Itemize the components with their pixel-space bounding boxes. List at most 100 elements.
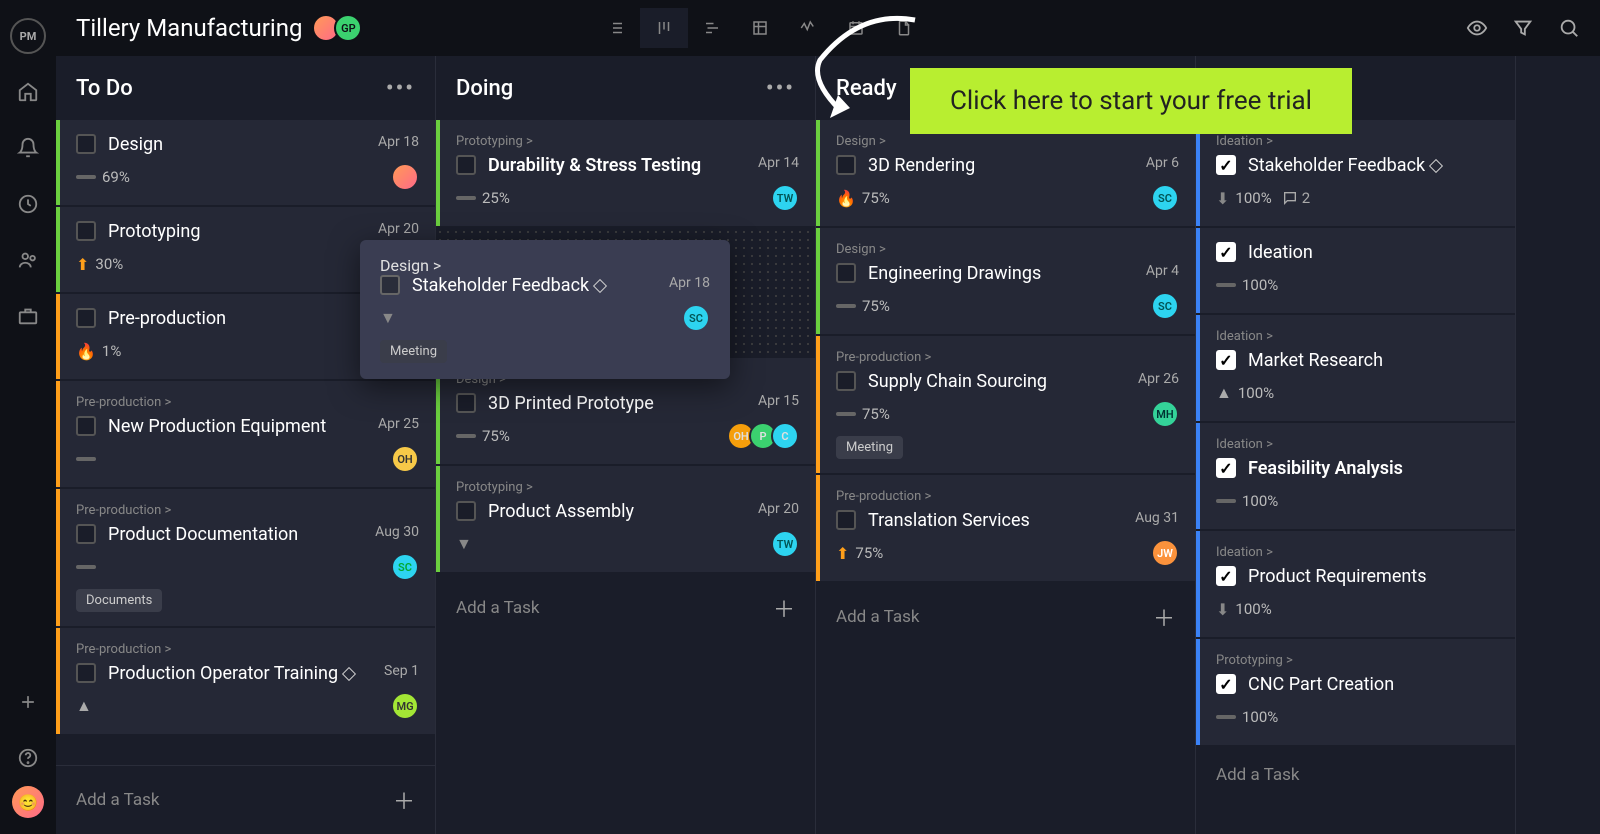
task-card[interactable]: Design > 3D Rendering Apr 6 🔥 75% SC	[816, 120, 1195, 226]
task-checkbox[interactable]	[380, 275, 400, 295]
app-logo[interactable]: PM	[10, 18, 46, 54]
add-task-button[interactable]: Add a Task	[1196, 747, 1515, 803]
assignee-avatar[interactable]: MH	[1151, 400, 1179, 428]
task-checkbox[interactable]	[456, 501, 476, 521]
add-task-button[interactable]: Add a Task＋	[436, 574, 815, 642]
priority-fire-icon: 🔥	[836, 189, 856, 208]
task-checkbox[interactable]	[836, 263, 856, 283]
task-card[interactable]: Ideation > ✓ Stakeholder Feedback ⬇ 100%…	[1196, 120, 1515, 226]
add-task-button[interactable]: Add a Task＋	[56, 766, 435, 834]
briefcase-icon[interactable]	[16, 304, 40, 328]
assignee-avatar[interactable]: MG	[391, 692, 419, 720]
eye-icon[interactable]	[1466, 17, 1488, 39]
add-icon[interactable]	[16, 690, 40, 714]
left-sidebar: PM 😊	[0, 0, 56, 834]
gantt-view-icon[interactable]	[688, 8, 736, 48]
task-checkbox[interactable]	[76, 663, 96, 683]
task-checkbox[interactable]	[456, 155, 476, 175]
task-card[interactable]: Prototyping > Durability & Stress Testin…	[436, 120, 815, 226]
priority-up-icon: ▲	[1216, 383, 1232, 403]
column-ready: Ready Design > 3D Rendering Apr 6 🔥 75% …	[816, 56, 1196, 834]
task-card[interactable]: Ideation > ✓ Product Requirements ⬇ 100%	[1196, 531, 1515, 637]
priority-down-icon: ⬇	[1216, 600, 1229, 619]
task-checkbox[interactable]	[76, 416, 96, 436]
task-checkbox[interactable]	[456, 393, 476, 413]
task-card[interactable]: Pre-production > Supply Chain Sourcing A…	[816, 336, 1195, 473]
task-card[interactable]: ✓ Ideation 100%	[1196, 228, 1515, 313]
task-tag: Documents	[76, 589, 162, 612]
assignee-avatar[interactable]: SC	[682, 304, 710, 332]
assignee-avatar[interactable]: C	[771, 422, 799, 450]
column-title: Doing	[456, 76, 513, 101]
cta-banner[interactable]: Click here to start your free trial	[910, 68, 1352, 134]
task-checkbox[interactable]	[836, 371, 856, 391]
priority-bar-icon	[836, 304, 856, 308]
task-checkbox[interactable]	[836, 155, 856, 175]
comments-icon[interactable]: 2	[1282, 189, 1310, 207]
assignee-avatar[interactable]: OH	[391, 445, 419, 473]
column-done: Ideation > ✓ Stakeholder Feedback ⬇ 100%…	[1196, 56, 1516, 834]
view-switcher	[592, 8, 928, 48]
priority-bar-icon	[456, 434, 476, 438]
priority-down-icon: ⬇	[1216, 189, 1229, 208]
assignee-avatar[interactable]	[391, 163, 419, 191]
dragging-card[interactable]: Design > Stakeholder Feedback Apr 18 ▼ S…	[360, 240, 730, 379]
assignee-avatar[interactable]: SC	[1151, 292, 1179, 320]
task-checkbox[interactable]: ✓	[1216, 566, 1236, 586]
task-card[interactable]: Pre-production > Translation Services Au…	[816, 475, 1195, 581]
priority-bar-icon	[1216, 499, 1236, 503]
filter-icon[interactable]	[1512, 17, 1534, 39]
assignee-avatar[interactable]: TW	[771, 530, 799, 558]
team-avatars[interactable]: GP	[318, 14, 362, 42]
task-card[interactable]: Design > Engineering Drawings Apr 4 75% …	[816, 228, 1195, 334]
task-checkbox[interactable]	[836, 510, 856, 530]
bell-icon[interactable]	[16, 136, 40, 160]
task-card[interactable]: Prototyping > Product Assembly Apr 20 ▼ …	[436, 466, 815, 572]
file-view-icon[interactable]	[880, 8, 928, 48]
search-icon[interactable]	[1558, 17, 1580, 39]
list-view-icon[interactable]	[592, 8, 640, 48]
home-icon[interactable]	[16, 80, 40, 104]
priority-bar-icon	[456, 196, 476, 200]
sheet-view-icon[interactable]	[736, 8, 784, 48]
task-card[interactable]: Pre-production > New Production Equipmen…	[56, 381, 435, 487]
task-checkbox[interactable]	[76, 221, 96, 241]
task-checkbox[interactable]	[76, 134, 96, 154]
kanban-board: To Do ••• Design Apr 18 69% Prototyping …	[56, 56, 1600, 834]
priority-up-icon: ⬆	[76, 255, 89, 274]
task-card[interactable]: Pre-production > Product Documentation A…	[56, 489, 435, 626]
current-user-avatar[interactable]: 😊	[12, 786, 44, 818]
calendar-view-icon[interactable]	[832, 8, 880, 48]
task-checkbox[interactable]: ✓	[1216, 242, 1236, 262]
priority-down-icon: ▼	[380, 308, 396, 328]
task-card[interactable]: Ideation > ✓ Market Research ▲ 100%	[1196, 315, 1515, 421]
dashboard-view-icon[interactable]	[784, 8, 832, 48]
assignee-avatar[interactable]: SC	[1151, 184, 1179, 212]
task-card[interactable]: Prototyping > ✓ CNC Part Creation 100%	[1196, 639, 1515, 745]
plus-icon: ＋	[773, 592, 795, 624]
priority-bar-icon	[76, 457, 96, 461]
priority-bar-icon	[76, 565, 96, 569]
milestone-icon	[593, 279, 607, 293]
assignee-avatar[interactable]: TW	[771, 184, 799, 212]
column-menu-icon[interactable]: •••	[766, 76, 795, 101]
task-card[interactable]: Design Apr 18 69%	[56, 120, 435, 205]
task-checkbox[interactable]: ✓	[1216, 350, 1236, 370]
task-checkbox[interactable]: ✓	[1216, 155, 1236, 175]
assignee-avatar[interactable]: JW	[1151, 539, 1179, 567]
task-card[interactable]: Ideation > ✓ Feasibility Analysis 100%	[1196, 423, 1515, 529]
column-menu-icon[interactable]: •••	[386, 76, 415, 101]
task-checkbox[interactable]	[76, 524, 96, 544]
plus-icon: ＋	[1153, 601, 1175, 633]
priority-up-icon: ⬆	[836, 544, 849, 563]
task-checkbox[interactable]	[76, 308, 96, 328]
task-checkbox[interactable]: ✓	[1216, 674, 1236, 694]
add-task-button[interactable]: Add a Task＋	[816, 583, 1195, 651]
assignee-avatar[interactable]: SC	[391, 553, 419, 581]
task-checkbox[interactable]: ✓	[1216, 458, 1236, 478]
team-icon[interactable]	[16, 248, 40, 272]
help-icon[interactable]	[16, 746, 40, 770]
board-view-icon[interactable]	[640, 8, 688, 48]
clock-icon[interactable]	[16, 192, 40, 216]
task-card[interactable]: Pre-production > Production Operator Tra…	[56, 628, 435, 734]
